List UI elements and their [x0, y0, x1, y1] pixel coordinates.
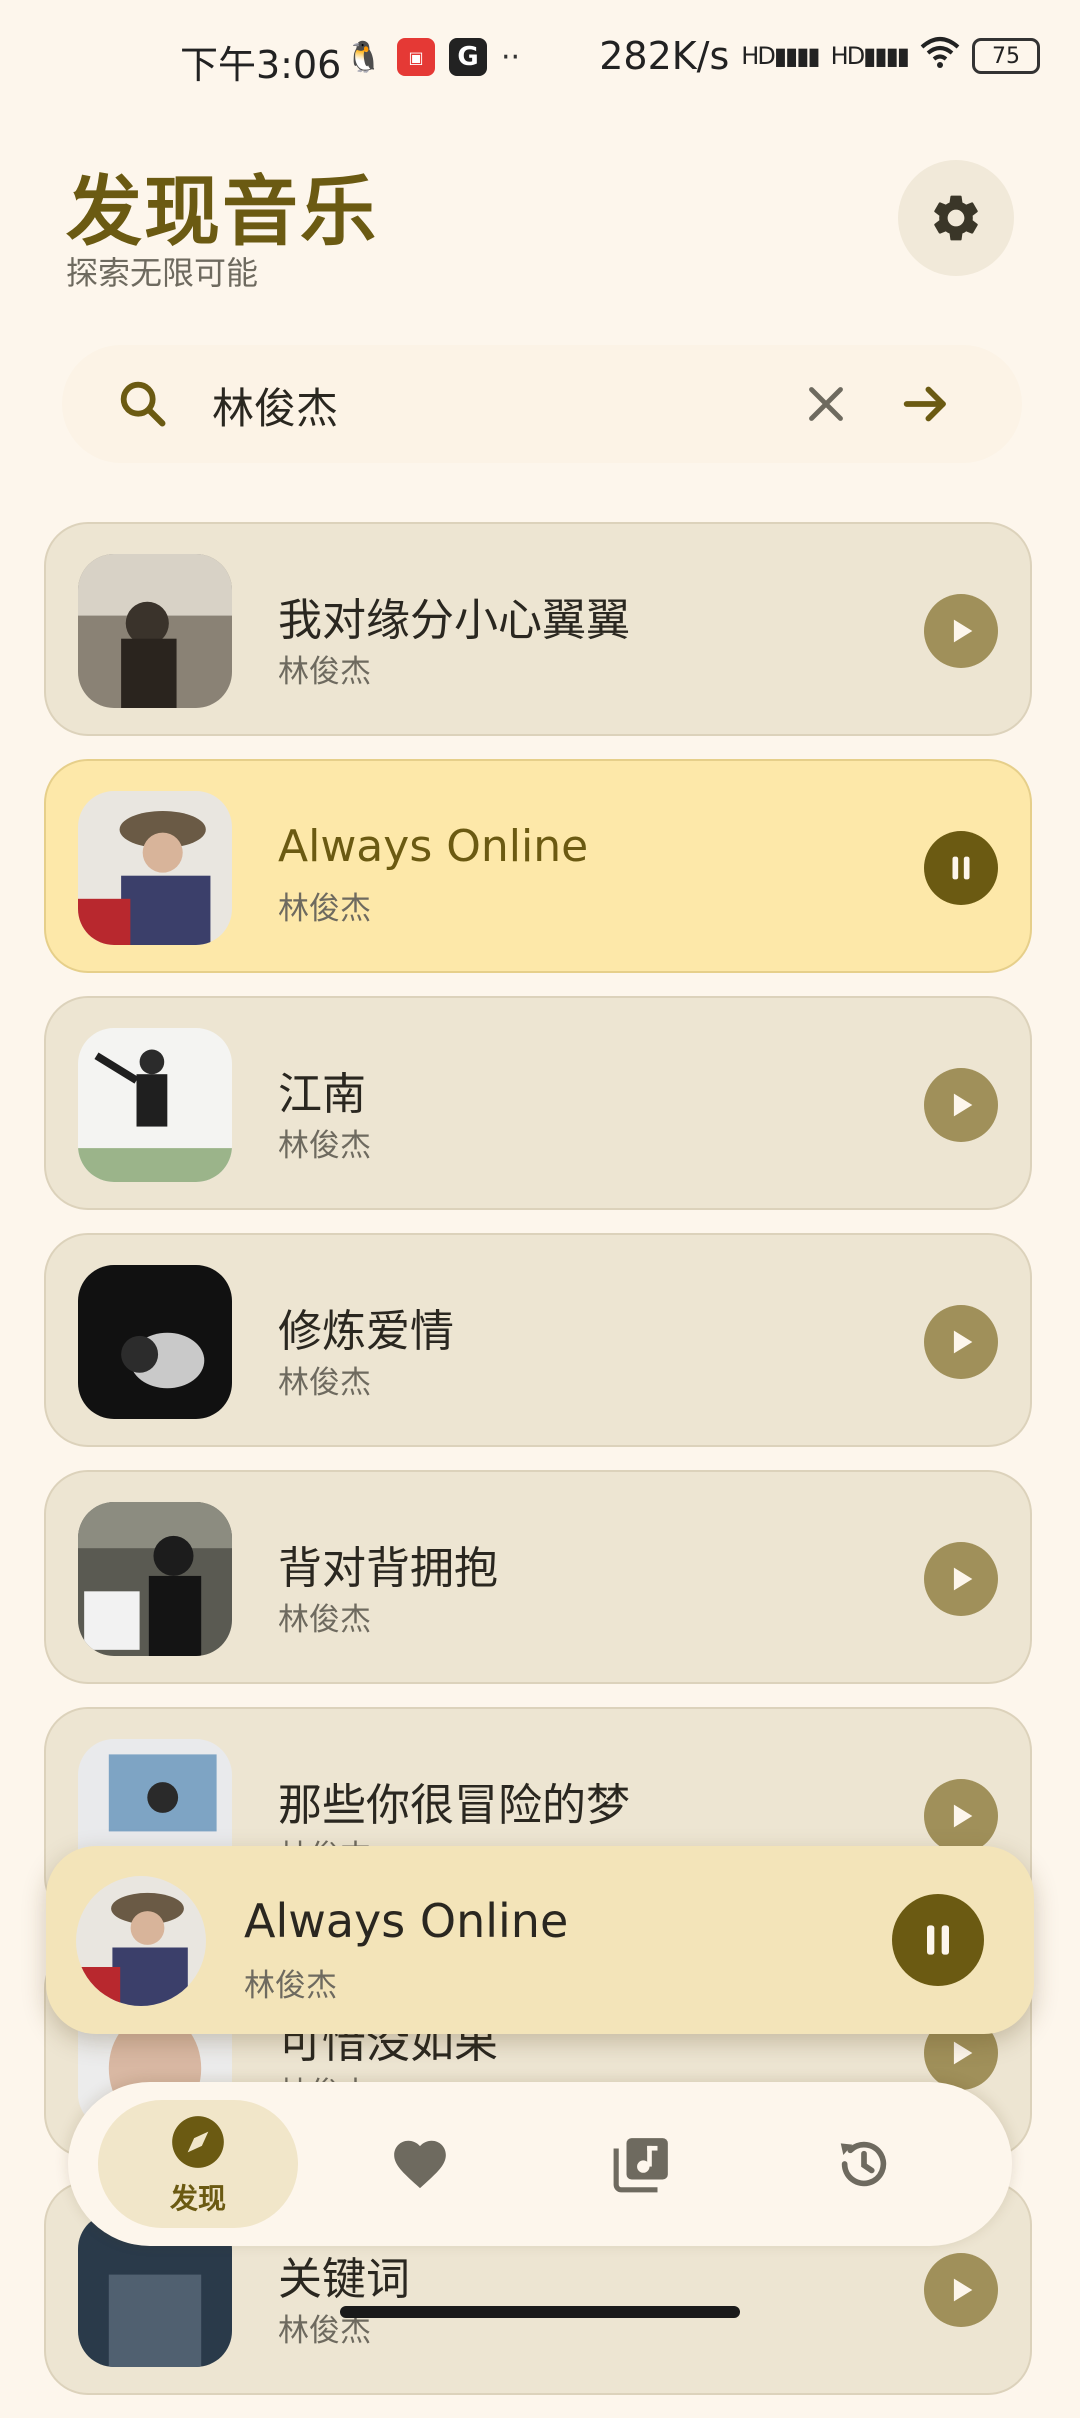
song-title: Always Online: [278, 821, 589, 872]
qq-icon: 🐧: [345, 39, 383, 75]
gear-icon: [934, 195, 978, 241]
song-item[interactable]: 江南 林俊杰: [44, 996, 1032, 1210]
song-title: 背对背拥抱: [278, 1543, 498, 1594]
song-title: 江南: [278, 1069, 366, 1120]
song-title: 修炼爱情: [278, 1306, 454, 1357]
song-item[interactable]: 背对背拥抱 林俊杰: [44, 1470, 1032, 1684]
status-app-icons: 🐧 ▣ G ··: [345, 38, 520, 76]
play-button[interactable]: [924, 1068, 998, 1142]
heart-icon: [394, 2140, 446, 2189]
pause-button[interactable]: [924, 831, 998, 905]
home-indicator[interactable]: [340, 2306, 740, 2318]
play-button[interactable]: [924, 1542, 998, 1616]
play-button[interactable]: [924, 1305, 998, 1379]
album-cover: [78, 1502, 232, 1656]
search-icon: [120, 381, 166, 427]
album-cover: [78, 554, 232, 708]
g-app-icon: G: [449, 38, 487, 76]
search-input[interactable]: [210, 369, 814, 441]
song-artist: 林俊杰: [278, 1128, 371, 1164]
play-button[interactable]: [924, 1779, 998, 1853]
music-library-icon: [613, 2138, 668, 2193]
song-artist: 林俊杰: [278, 654, 371, 690]
mini-player-artist: 林俊杰: [244, 1968, 337, 2004]
play-icon: [953, 2278, 973, 2302]
nav-discover-label: 发现: [169, 2182, 226, 2215]
play-button[interactable]: [924, 594, 998, 668]
mini-player-cover: [76, 1876, 206, 2006]
song-title: 关键词: [278, 2254, 410, 2305]
status-time: 下午3:06: [180, 43, 342, 87]
battery-icon: 75: [972, 38, 1040, 74]
album-cover: [78, 791, 232, 945]
song-artist: 林俊杰: [278, 891, 371, 927]
song-item[interactable]: 修炼爱情 林俊杰: [44, 1233, 1032, 1447]
mini-player[interactable]: Always Online 林俊杰: [46, 1846, 1034, 2034]
song-title: 我对缘分小心翼翼: [278, 595, 630, 646]
song-item[interactable]: Always Online 林俊杰: [44, 759, 1032, 973]
news-app-icon: ▣: [397, 38, 435, 76]
nav-history[interactable]: [764, 2100, 964, 2228]
song-artist: 林俊杰: [278, 1365, 371, 1401]
wifi-icon: [920, 34, 960, 78]
play-icon: [953, 619, 973, 643]
nav-library[interactable]: [542, 2100, 742, 2228]
search-bar: [62, 345, 1022, 463]
play-icon: [953, 1804, 973, 1828]
song-title: 那些你很冒险的梦: [278, 1780, 630, 1831]
nav-favorites[interactable]: [320, 2100, 520, 2228]
settings-button[interactable]: [898, 160, 1014, 276]
album-cover: [78, 1265, 232, 1419]
status-bar: 下午3:06 🐧 ▣ G ·· 282K/s HD▮▮▮▮ HD▮▮▮▮ 75: [0, 0, 1080, 120]
page-title: 发现音乐: [66, 167, 378, 256]
mini-player-pause-button[interactable]: [892, 1894, 984, 1986]
status-right: 282K/s HD▮▮▮▮ HD▮▮▮▮ 75: [599, 34, 1040, 78]
song-item[interactable]: 我对缘分小心翼翼 林俊杰: [44, 522, 1032, 736]
song-artist: 林俊杰: [278, 1602, 371, 1638]
pause-icon: [927, 1925, 949, 1955]
page-subtitle: 探索无限可能: [66, 254, 259, 292]
play-icon: [953, 1093, 973, 1117]
compass-icon: [172, 2116, 224, 2168]
more-dots-icon: ··: [501, 39, 521, 75]
play-icon: [953, 2041, 973, 2065]
signal-icon-1: HD▮▮▮▮: [741, 42, 820, 70]
history-icon: [840, 2141, 887, 2187]
play-icon: [953, 1330, 973, 1354]
close-icon[interactable]: [797, 375, 855, 433]
network-speed: 282K/s: [599, 34, 730, 78]
arrow-right-icon[interactable]: [897, 375, 955, 433]
nav-discover[interactable]: 发现: [98, 2100, 298, 2228]
play-button[interactable]: [924, 2253, 998, 2327]
pause-icon: [952, 856, 970, 880]
bottom-nav: 发现: [68, 2082, 1012, 2246]
signal-icon-2: HD▮▮▮▮: [830, 42, 910, 70]
album-cover: [78, 1028, 232, 1182]
play-icon: [953, 1567, 973, 1591]
mini-player-title: Always Online: [244, 1894, 569, 1948]
